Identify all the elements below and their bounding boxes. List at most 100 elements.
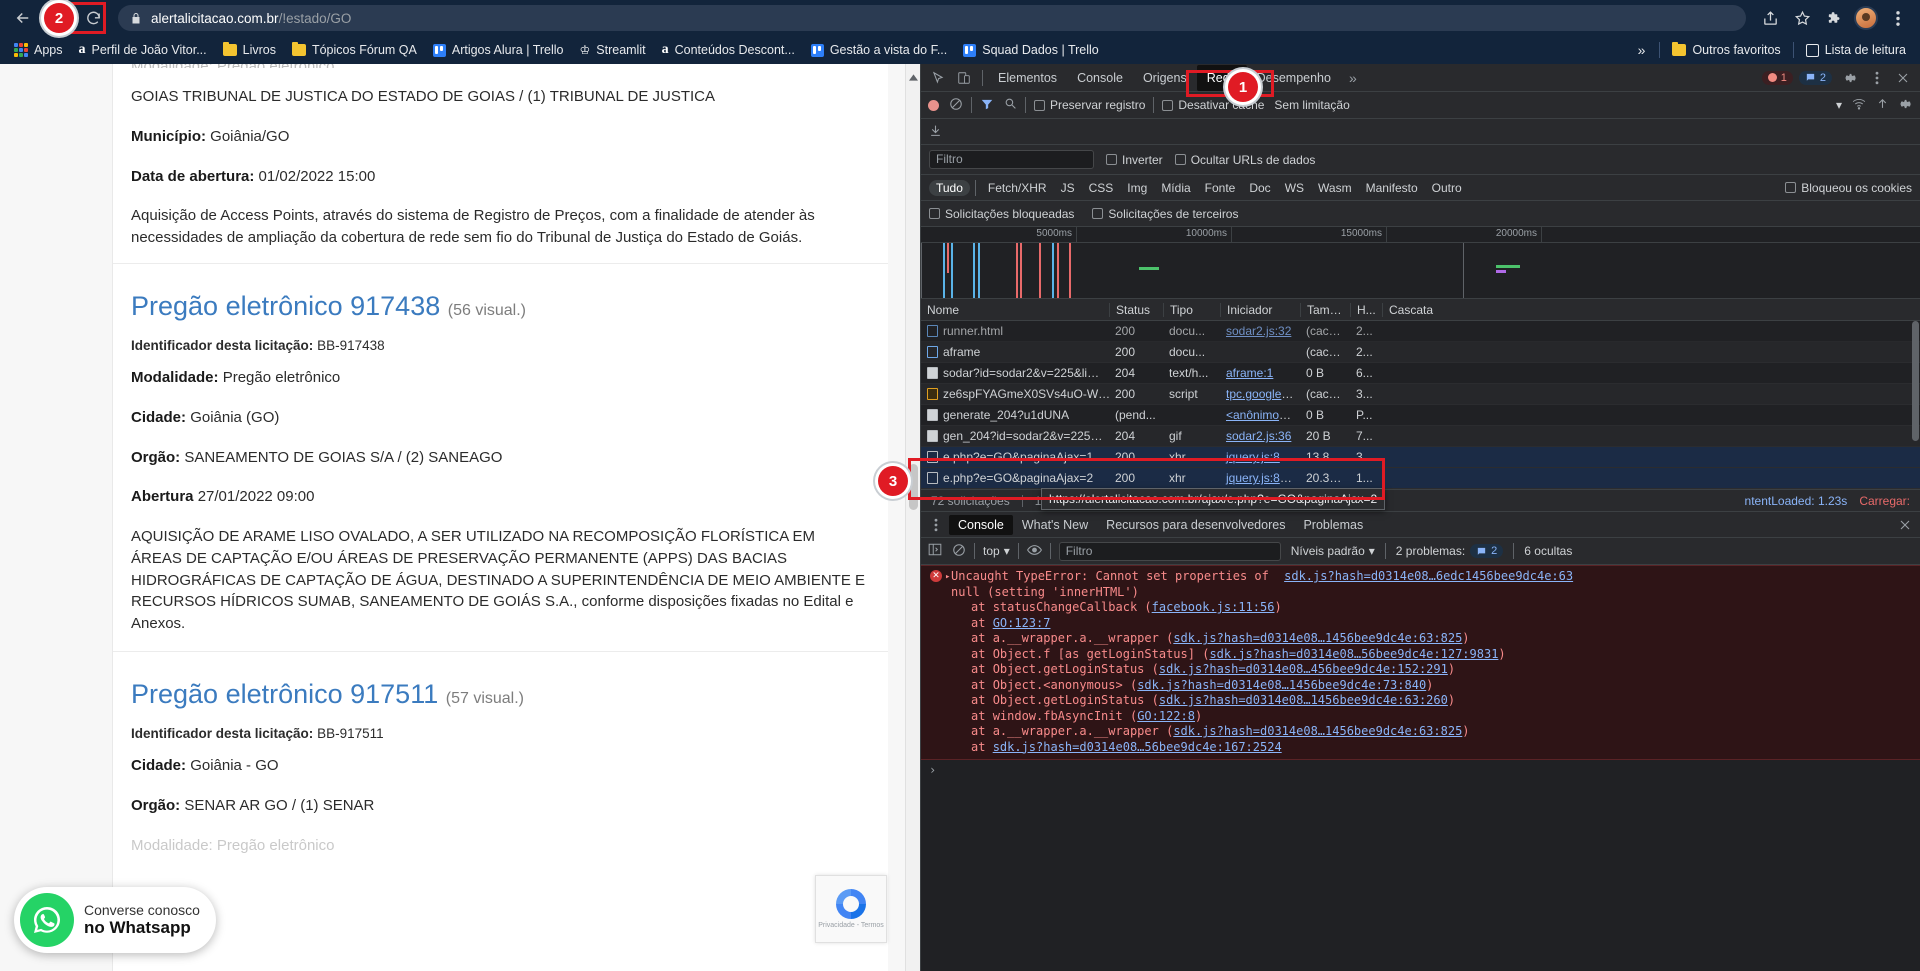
row-initiator[interactable]: jquery.js:8630 bbox=[1226, 450, 1300, 464]
drawer-tab-console[interactable]: Console bbox=[949, 514, 1013, 535]
reload-icon[interactable] bbox=[78, 3, 108, 33]
back-arrow-icon[interactable] bbox=[8, 3, 38, 33]
live-expression-icon[interactable] bbox=[1026, 544, 1042, 559]
console-sidebar-icon[interactable] bbox=[928, 543, 942, 559]
network-overview[interactable]: 5000ms 10000ms 15000ms 20000ms bbox=[921, 227, 1920, 299]
network-conditions-icon[interactable] bbox=[1852, 98, 1866, 113]
bookmark-item-topicos[interactable]: Tópicos Fórum QA bbox=[284, 40, 425, 60]
checkbox[interactable] bbox=[1162, 99, 1174, 111]
checkbox[interactable] bbox=[1092, 208, 1104, 219]
tab-elementos[interactable]: Elementos bbox=[988, 65, 1067, 91]
invert-checkbox[interactable]: Inverter bbox=[1106, 153, 1163, 167]
tab-desempenho[interactable]: Desempenho bbox=[1247, 65, 1341, 91]
whatsapp-widget[interactable]: Converse conosco no Whatsapp bbox=[14, 887, 216, 953]
issues-count-badge[interactable]: 2 bbox=[1470, 544, 1504, 558]
three-dots-icon[interactable] bbox=[1864, 66, 1890, 90]
tab-origens[interactable]: Origens bbox=[1133, 65, 1197, 91]
hidden-messages-label[interactable]: 6 ocultas bbox=[1524, 544, 1572, 558]
checkbox[interactable] bbox=[1106, 154, 1117, 165]
issues-label[interactable]: 2 problemas: bbox=[1396, 544, 1465, 558]
record-stop-icon[interactable] bbox=[928, 99, 939, 111]
scrollbar-thumb[interactable] bbox=[909, 464, 918, 510]
column-header-tipo[interactable]: Tipo bbox=[1163, 302, 1220, 317]
column-header-status[interactable]: Status bbox=[1109, 302, 1163, 317]
type-chip-tudo[interactable]: Tudo bbox=[929, 179, 970, 196]
row-initiator[interactable]: jquery.js:8630 bbox=[1226, 471, 1300, 485]
bookmark-item-perfil[interactable]: a Perfil de João Vitor... bbox=[71, 39, 215, 61]
stack-link[interactable]: sdk.js?hash=d0314e08…1456bee9dc4e:63:260 bbox=[1159, 693, 1448, 707]
row-initiator[interactable]: sodar2.js:36 bbox=[1226, 429, 1291, 443]
stack-link[interactable]: GO:123:7 bbox=[993, 616, 1051, 630]
clear-network-icon[interactable] bbox=[949, 97, 963, 114]
avatar[interactable] bbox=[1854, 6, 1878, 30]
listing3-title-link[interactable]: Pregão eletrônico 917511 (57 visual.) bbox=[131, 678, 870, 710]
console-error-entry[interactable]: ✕ ▸ Uncaught TypeError: Cannot set prope… bbox=[921, 565, 1920, 760]
column-header-hora[interactable]: H... bbox=[1350, 302, 1382, 317]
more-tabs-button[interactable]: » bbox=[1341, 70, 1365, 86]
stack-link[interactable]: facebook.js:11:56 bbox=[1152, 600, 1275, 614]
levels-caret-icon[interactable]: ▾ bbox=[1369, 544, 1375, 558]
device-toolbar-icon[interactable] bbox=[951, 66, 977, 90]
tab-console[interactable]: Console bbox=[1067, 65, 1133, 91]
row-initiator[interactable]: sodar2.js:32 bbox=[1226, 324, 1291, 338]
row-initiator[interactable]: tpc.googles... bbox=[1226, 387, 1297, 401]
throttling-select[interactable]: Sem limitação bbox=[1274, 98, 1349, 112]
drawer-tab-recursos[interactable]: Recursos para desenvolvedores bbox=[1097, 515, 1294, 535]
bookmark-item-livros[interactable]: Livros bbox=[215, 40, 284, 60]
column-header-nome[interactable]: Nome bbox=[921, 303, 1109, 317]
type-chip-css[interactable]: CSS bbox=[1082, 180, 1121, 196]
gear-icon[interactable] bbox=[1899, 97, 1913, 114]
bookmark-apps[interactable]: Apps bbox=[6, 40, 71, 60]
bookmark-item-streamlit[interactable]: ♔ Streamlit bbox=[572, 40, 654, 60]
blocked-cookies-checkbox[interactable]: Bloqueou os cookies bbox=[1785, 181, 1912, 195]
type-chip-img[interactable]: Img bbox=[1120, 180, 1154, 196]
type-chip-fetch-xhr[interactable]: Fetch/XHR bbox=[981, 180, 1054, 196]
type-chip-js[interactable]: JS bbox=[1054, 180, 1082, 196]
page-scrollbar[interactable] bbox=[905, 64, 920, 971]
expand-triangle-icon[interactable]: ▸ bbox=[945, 570, 950, 586]
type-chip-ws[interactable]: WS bbox=[1278, 180, 1311, 196]
column-header-tamanho[interactable]: Tama... bbox=[1300, 302, 1350, 317]
filter-input[interactable]: Filtro bbox=[929, 150, 1094, 169]
hide-data-urls-checkbox[interactable]: Ocultar URLs de dados bbox=[1174, 153, 1315, 167]
console-filter-input[interactable]: Filtro bbox=[1058, 541, 1281, 561]
checkbox[interactable] bbox=[1034, 99, 1045, 111]
column-header-iniciador[interactable]: Iniciador bbox=[1220, 302, 1300, 317]
table-row[interactable]: ze6spFYAGmeX0SVs4uO-W… 200 script tpc.go… bbox=[921, 384, 1920, 405]
bookmark-other-favorites[interactable]: Outros favoritos bbox=[1664, 40, 1788, 60]
bookmark-item-gestao[interactable]: Gestão a vista do F... bbox=[803, 40, 955, 60]
bookmark-item-artigos-alura[interactable]: Artigos Alura | Trello bbox=[425, 40, 572, 60]
checkbox[interactable] bbox=[1785, 182, 1797, 193]
execution-context-select[interactable]: top bbox=[983, 544, 1000, 558]
share-icon[interactable] bbox=[1756, 4, 1784, 32]
third-party-checkbox[interactable]: Solicitações de terceiros bbox=[1092, 207, 1238, 221]
error-source-link[interactable]: sdk.js?hash=d0314e08…6edc1456bee9dc4e:63 bbox=[1284, 569, 1573, 583]
stack-link[interactable]: sdk.js?hash=d0314e08…456bee9dc4e:152:291 bbox=[1159, 662, 1448, 676]
scrollbar-thumb[interactable] bbox=[1912, 321, 1919, 441]
puzzle-piece-icon[interactable] bbox=[1820, 4, 1848, 32]
address-bar[interactable]: alertalicitacao.com.br/!estado/GO bbox=[118, 5, 1746, 31]
search-icon[interactable] bbox=[1004, 97, 1017, 113]
table-row[interactable]: gen_204?id=sodar2&v=225… 204 gif sodar2.… bbox=[921, 426, 1920, 447]
export-har-icon[interactable] bbox=[929, 124, 942, 140]
drawer-tab-problemas[interactable]: Problemas bbox=[1294, 515, 1372, 535]
blocked-requests-checkbox[interactable]: Solicitações bloqueadas bbox=[929, 207, 1074, 221]
type-chip-doc[interactable]: Doc bbox=[1242, 180, 1277, 196]
network-request-list[interactable]: runner.html 200 docu... sodar2.js:32 (ca… bbox=[921, 321, 1920, 489]
type-chip-outro[interactable]: Outro bbox=[1425, 180, 1469, 196]
clear-console-icon[interactable] bbox=[952, 543, 966, 560]
filter-funnel-icon[interactable] bbox=[980, 97, 994, 114]
context-caret-icon[interactable]: ▾ bbox=[1004, 544, 1010, 558]
three-dots-icon[interactable] bbox=[923, 513, 949, 537]
bookmark-item-conteudos[interactable]: a Conteúdos Descont... bbox=[654, 39, 803, 61]
row-initiator[interactable]: <anônimo>:1 bbox=[1226, 408, 1296, 422]
recaptcha-badge[interactable]: Privacidade - Termos bbox=[815, 875, 887, 943]
table-row[interactable]: runner.html 200 docu... sodar2.js:32 (ca… bbox=[921, 321, 1920, 342]
table-row[interactable]: generate_204?u1dUNA (pend... <anônimo>:1… bbox=[921, 405, 1920, 426]
log-levels-select[interactable]: Níveis padrão bbox=[1291, 544, 1365, 558]
drawer-tab-whats-new[interactable]: What's New bbox=[1013, 515, 1097, 535]
preserve-log-checkbox[interactable]: Preservar registro bbox=[1034, 98, 1145, 112]
checkbox[interactable] bbox=[1174, 154, 1186, 165]
stack-link[interactable]: sdk.js?hash=d0314e08…1456bee9dc4e:73:840 bbox=[1137, 678, 1426, 692]
table-row[interactable]: sodar?id=sodar2&v=225&li… 204 text/h... … bbox=[921, 363, 1920, 384]
